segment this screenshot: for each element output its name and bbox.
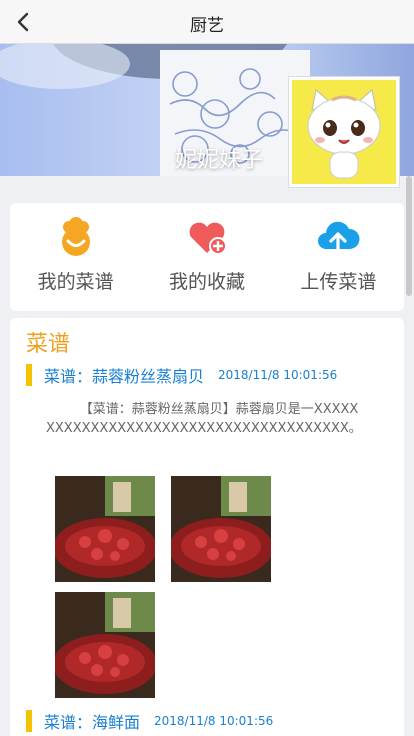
title-marker <box>26 710 32 732</box>
recipe-item-title-row: 菜谱：蒜蓉粉丝蒸扇贝 2018/11/8 10:01:56 <box>26 364 337 386</box>
my-favorites-button[interactable]: 我的收藏 <box>141 203 272 311</box>
action-panel: 我的菜谱 我的收藏 上传菜谱 <box>10 203 404 311</box>
nav-bar: 厨艺 <box>0 0 414 44</box>
my-recipes-button[interactable]: 我的菜谱 <box>10 203 141 311</box>
recipe-timestamp: 2018/11/8 10:01:56 <box>154 714 274 728</box>
cloud-upload-icon <box>318 221 360 253</box>
recipe-image[interactable] <box>55 476 155 582</box>
recipe-image[interactable] <box>171 476 271 582</box>
upload-recipe-button[interactable]: 上传菜谱 <box>273 203 404 311</box>
my-favorites-label: 我的收藏 <box>168 271 245 293</box>
page-title: 厨艺 <box>190 16 224 36</box>
chef-hat-icon <box>61 217 90 256</box>
recipe-description: 【菜谱：蒜蓉粉丝蒸扇贝】蒜蓉扇贝是一XXXXXXXXXXXXXXXXXXXXXX… <box>46 402 362 436</box>
scrollbar[interactable] <box>406 176 412 296</box>
recipe-item-title-row: 菜谱：海鲜面 2018/11/8 10:01:56 <box>26 710 273 732</box>
upload-recipe-label: 上传菜谱 <box>300 271 377 293</box>
my-recipes-label: 我的菜谱 <box>37 271 114 293</box>
cartoon-cat-avatar-icon <box>307 89 381 179</box>
recipe-image[interactable] <box>55 592 155 698</box>
recipe-title-link[interactable]: 菜谱：海鲜面 <box>44 709 140 733</box>
title-marker <box>26 364 32 386</box>
user-nickname: 妮妮妹子 <box>175 148 264 173</box>
recipe-timestamp: 2018/11/8 10:01:56 <box>218 368 338 382</box>
heart-plus-icon <box>189 222 227 255</box>
section-heading: 菜谱 <box>26 332 71 357</box>
recipe-list: 菜谱 菜谱：蒜蓉粉丝蒸扇贝 2018/11/8 10:01:56 【菜谱：蒜蓉粉… <box>10 318 404 736</box>
recipe-title-link[interactable]: 菜谱：蒜蓉粉丝蒸扇贝 <box>44 363 204 387</box>
avatar[interactable] <box>288 76 400 188</box>
